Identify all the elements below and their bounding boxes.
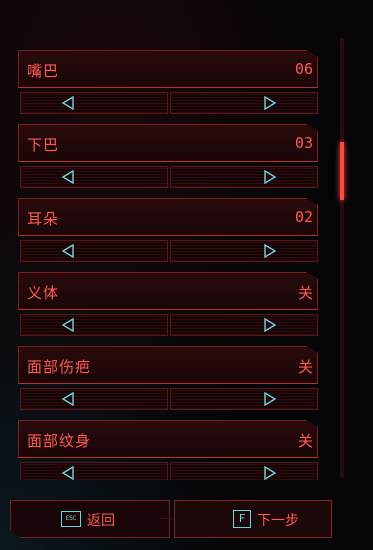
- triangle-right-icon: [264, 170, 277, 184]
- back-button[interactable]: ESC 返回: [10, 500, 170, 538]
- triangle-left-icon: [61, 170, 74, 184]
- increment-button[interactable]: [170, 240, 318, 262]
- option-header[interactable]: 下巴 03: [18, 124, 318, 162]
- option-header[interactable]: 耳朵 02: [18, 198, 318, 236]
- option-label: 耳朵: [27, 210, 60, 228]
- decrement-button[interactable]: [20, 388, 168, 410]
- increment-button[interactable]: [170, 92, 318, 114]
- decrement-button[interactable]: [20, 92, 168, 114]
- option-row-mouth: 嘴巴 06: [18, 50, 320, 114]
- increment-button[interactable]: [170, 314, 318, 336]
- next-label: 下一步: [257, 513, 299, 529]
- increment-button[interactable]: [170, 166, 318, 188]
- option-header[interactable]: 嘴巴 06: [18, 50, 318, 88]
- back-label: 返回: [87, 513, 115, 529]
- option-value: 03: [294, 134, 313, 152]
- triangle-left-icon: [61, 466, 74, 480]
- triangle-right-icon: [264, 96, 277, 110]
- decrement-button[interactable]: [20, 314, 168, 336]
- option-row-face-tattoos: 面部纹身 关: [18, 420, 320, 480]
- triangle-right-icon: [264, 392, 277, 406]
- increment-button[interactable]: [170, 388, 318, 410]
- esc-key-icon: ESC: [61, 511, 81, 527]
- next-button[interactable]: F 下一步: [174, 500, 332, 538]
- option-row-ears: 耳朵 02: [18, 198, 320, 262]
- triangle-left-icon: [61, 318, 74, 332]
- scrollbar-track[interactable]: [340, 38, 344, 478]
- option-row-face-scars: 面部伤疤 关: [18, 346, 320, 410]
- scrollbar-thumb[interactable]: [340, 142, 344, 200]
- customization-list: 嘴巴 06 下巴 03 耳朵 02 义体 关 面部伤疤 关 面部纹身 关: [18, 0, 322, 480]
- triangle-right-icon: [264, 244, 277, 258]
- triangle-left-icon: [61, 244, 74, 258]
- option-value: 关: [297, 358, 313, 376]
- option-value: 02: [294, 208, 313, 226]
- option-row-cyberware: 义体 关: [18, 272, 320, 336]
- option-label: 嘴巴: [27, 62, 60, 80]
- option-row-chin: 下巴 03: [18, 124, 320, 188]
- f-key-icon: F: [233, 510, 251, 528]
- triangle-right-icon: [264, 466, 277, 480]
- decrement-button[interactable]: [20, 166, 168, 188]
- increment-button[interactable]: [170, 462, 318, 480]
- option-value: 06: [294, 60, 313, 78]
- option-header[interactable]: 面部伤疤 关: [18, 346, 318, 384]
- decrement-button[interactable]: [20, 240, 168, 262]
- option-label: 义体: [27, 284, 60, 302]
- option-label: 面部纹身: [27, 432, 92, 450]
- option-label: 面部伤疤: [27, 358, 92, 376]
- footer-bar: ESC 返回 F 下一步: [10, 500, 332, 538]
- option-label: 下巴: [27, 136, 60, 154]
- option-header[interactable]: 义体 关: [18, 272, 318, 310]
- triangle-left-icon: [61, 392, 74, 406]
- option-header[interactable]: 面部纹身 关: [18, 420, 318, 458]
- option-value: 关: [297, 284, 313, 302]
- decrement-button[interactable]: [20, 462, 168, 480]
- triangle-left-icon: [61, 96, 74, 110]
- option-value: 关: [297, 432, 313, 450]
- triangle-right-icon: [264, 318, 277, 332]
